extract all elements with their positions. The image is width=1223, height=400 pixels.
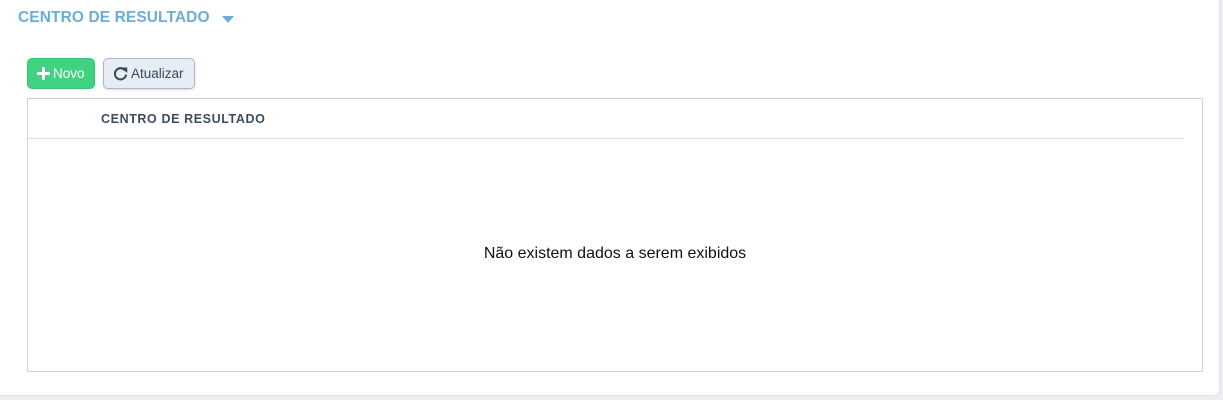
plus-icon	[37, 67, 50, 80]
refresh-button[interactable]: Atualizar	[103, 58, 195, 89]
refresh-icon	[113, 66, 128, 81]
refresh-button-label: Atualizar	[131, 66, 184, 81]
new-button-label: Novo	[53, 66, 85, 81]
section-header-toggle[interactable]: CENTRO DE RESULTADO	[18, 8, 234, 28]
caret-down-icon	[221, 15, 234, 23]
section-title: CENTRO DE RESULTADO	[18, 9, 210, 26]
empty-state-message: Não existem dados a serem exibidos	[483, 245, 747, 262]
column-header-results-center[interactable]: CENTRO DE RESULTADO	[101, 112, 265, 126]
data-grid: CENTRO DE RESULTADO Não existem dados a …	[27, 98, 1203, 372]
new-button[interactable]: Novo	[27, 58, 95, 89]
grid-header-row: CENTRO DE RESULTADO	[28, 99, 1184, 139]
results-center-panel: CENTRO DE RESULTADO Novo Atualizar CENTR…	[0, 0, 1220, 396]
toolbar: Novo Atualizar	[27, 58, 195, 89]
